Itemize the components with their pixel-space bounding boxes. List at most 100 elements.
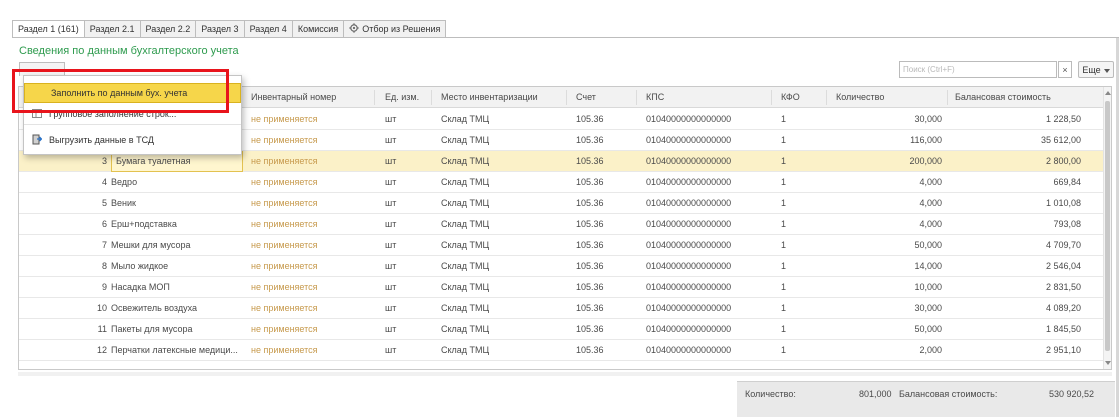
tab-section-4[interactable]: Раздел 4	[244, 20, 293, 38]
row-kps[interactable]: 01040000000000000	[646, 151, 766, 172]
table-row[interactable]: 4 Ведро не применяется шт Склад ТМЦ 105.36 010…	[19, 172, 1103, 193]
row-inventory-number[interactable]: не применяется	[251, 193, 369, 214]
scroll-down-arrow-icon[interactable]	[1105, 361, 1111, 365]
row-inventory-number[interactable]: не применяется	[251, 298, 369, 319]
row-kfo[interactable]: 1	[781, 109, 821, 130]
column-header-inventory-number[interactable]: Инвентарный номер	[251, 87, 336, 108]
row-kfo[interactable]: 1	[781, 172, 821, 193]
tab-filter-from-decision[interactable]: Отбор из Решения	[344, 20, 447, 38]
row-location[interactable]: Склад ТМЦ	[441, 298, 561, 319]
row-balance-cost[interactable]: 4 709,70	[955, 235, 1081, 256]
row-balance-cost[interactable]: 1 845,50	[955, 319, 1081, 340]
row-account[interactable]: 105.36	[576, 130, 632, 151]
row-quantity[interactable]: 2,000	[836, 340, 942, 361]
more-button[interactable]: Еще	[1078, 61, 1114, 78]
row-kfo[interactable]: 1	[781, 214, 821, 235]
row-name[interactable]: Перчатки латексные медици...	[111, 340, 243, 361]
row-number[interactable]: 11	[59, 319, 107, 340]
row-unit[interactable]: шт	[385, 193, 425, 214]
row-kfo[interactable]: 1	[781, 235, 821, 256]
row-location[interactable]: Склад ТМЦ	[441, 340, 561, 361]
row-quantity[interactable]: 4,000	[836, 214, 942, 235]
row-kps[interactable]: 01040000000000000	[646, 130, 766, 151]
row-quantity[interactable]: 4,000	[836, 193, 942, 214]
row-kfo[interactable]: 1	[781, 298, 821, 319]
row-kps[interactable]: 01040000000000000	[646, 298, 766, 319]
row-balance-cost[interactable]: 35 612,00	[955, 130, 1081, 151]
column-header-kfo[interactable]: КФО	[781, 87, 800, 108]
row-kfo[interactable]: 1	[781, 193, 821, 214]
row-balance-cost[interactable]: 793,08	[955, 214, 1081, 235]
row-kfo[interactable]: 1	[781, 151, 821, 172]
row-inventory-number[interactable]: не применяется	[251, 109, 369, 130]
row-location[interactable]: Склад ТМЦ	[441, 277, 561, 298]
row-location[interactable]: Склад ТМЦ	[441, 109, 561, 130]
row-name[interactable]: Освежитель воздуха	[111, 298, 243, 319]
row-kps[interactable]: 01040000000000000	[646, 172, 766, 193]
row-account[interactable]: 105.36	[576, 256, 632, 277]
tab-section-2-2[interactable]: Раздел 2.2	[140, 20, 197, 38]
row-balance-cost[interactable]: 2 831,50	[955, 277, 1081, 298]
row-location[interactable]: Склад ТМЦ	[441, 130, 561, 151]
row-location[interactable]: Склад ТМЦ	[441, 172, 561, 193]
row-kps[interactable]: 01040000000000000	[646, 214, 766, 235]
row-unit[interactable]: шт	[385, 109, 425, 130]
row-unit[interactable]: шт	[385, 214, 425, 235]
row-number[interactable]: 8	[59, 256, 107, 277]
row-inventory-number[interactable]: не применяется	[251, 256, 369, 277]
tab-commission[interactable]: Комиссия	[292, 20, 345, 38]
search-clear-button[interactable]: ×	[1058, 61, 1072, 78]
row-inventory-number[interactable]: не применяется	[251, 319, 369, 340]
row-number[interactable]: 7	[59, 235, 107, 256]
row-number[interactable]: 12	[59, 340, 107, 361]
row-account[interactable]: 105.36	[576, 151, 632, 172]
scrollbar-thumb[interactable]	[1105, 101, 1110, 351]
row-number[interactable]: 10	[59, 298, 107, 319]
table-row[interactable]: 9 Насадка МОП не применяется шт Склад ТМЦ 105…	[19, 277, 1103, 298]
row-unit[interactable]: шт	[385, 235, 425, 256]
tab-section-2-1[interactable]: Раздел 2.1	[84, 20, 141, 38]
row-name[interactable]: Мыло жидкое	[111, 256, 243, 277]
row-number[interactable]: 5	[59, 193, 107, 214]
vertical-scrollbar[interactable]	[1103, 87, 1111, 369]
row-kps[interactable]: 01040000000000000	[646, 277, 766, 298]
row-quantity[interactable]: 116,000	[836, 130, 942, 151]
horizontal-scrollbar[interactable]	[18, 372, 1112, 376]
row-number[interactable]: 4	[59, 172, 107, 193]
tab-section-3[interactable]: Раздел 3	[196, 20, 245, 38]
row-name[interactable]: Мешки для мусора	[111, 235, 243, 256]
column-header-quantity[interactable]: Количество	[836, 87, 884, 108]
column-header-balance-cost[interactable]: Балансовая стоимость	[955, 87, 1051, 108]
row-account[interactable]: 105.36	[576, 235, 632, 256]
row-name[interactable]: Ведро	[111, 172, 243, 193]
row-location[interactable]: Склад ТМЦ	[441, 214, 561, 235]
row-location[interactable]: Склад ТМЦ	[441, 151, 561, 172]
row-name[interactable]: Насадка МОП	[111, 277, 243, 298]
row-unit[interactable]: шт	[385, 319, 425, 340]
row-quantity[interactable]: 10,000	[836, 277, 942, 298]
row-kps[interactable]: 01040000000000000	[646, 256, 766, 277]
row-unit[interactable]: шт	[385, 151, 425, 172]
row-location[interactable]: Склад ТМЦ	[441, 256, 561, 277]
row-balance-cost[interactable]: 669,84	[955, 172, 1081, 193]
row-account[interactable]: 105.36	[576, 214, 632, 235]
row-name[interactable]: Ерш+подставка	[111, 214, 243, 235]
row-kps[interactable]: 01040000000000000	[646, 109, 766, 130]
row-unit[interactable]: шт	[385, 298, 425, 319]
row-number[interactable]: 6	[59, 214, 107, 235]
row-unit[interactable]: шт	[385, 172, 425, 193]
column-header-location[interactable]: Место инвентаризации	[441, 87, 538, 108]
row-inventory-number[interactable]: не применяется	[251, 172, 369, 193]
row-quantity[interactable]: 50,000	[836, 235, 942, 256]
row-inventory-number[interactable]: не применяется	[251, 214, 369, 235]
scroll-up-arrow-icon[interactable]	[1105, 91, 1111, 95]
row-unit[interactable]: шт	[385, 256, 425, 277]
row-number[interactable]: 9	[59, 277, 107, 298]
table-row[interactable]: 5 Веник не применяется шт Склад ТМЦ 105.36 010…	[19, 193, 1103, 214]
row-account[interactable]: 105.36	[576, 319, 632, 340]
row-location[interactable]: Склад ТМЦ	[441, 235, 561, 256]
row-quantity[interactable]: 30,000	[836, 109, 942, 130]
row-unit[interactable]: шт	[385, 277, 425, 298]
row-account[interactable]: 105.36	[576, 340, 632, 361]
row-kfo[interactable]: 1	[781, 130, 821, 151]
